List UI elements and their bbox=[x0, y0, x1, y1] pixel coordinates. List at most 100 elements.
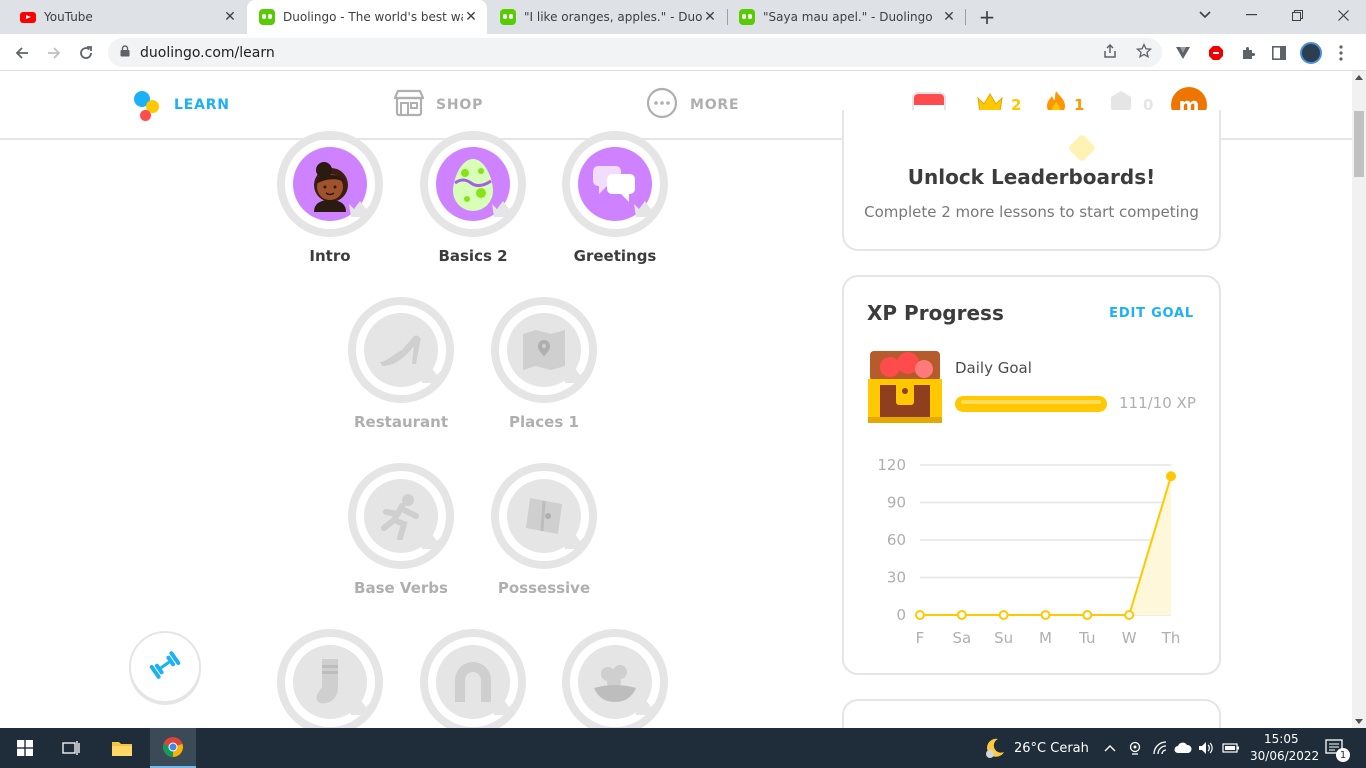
new-tab-button[interactable]: + bbox=[976, 5, 998, 29]
close-icon[interactable]: ✕ bbox=[463, 9, 479, 25]
scroll-down-arrow-icon[interactable] bbox=[1355, 719, 1363, 724]
page-scrollbar[interactable] bbox=[1352, 71, 1366, 728]
notification-badge: 1 bbox=[1336, 748, 1350, 762]
chart-x-tick-label: W bbox=[1122, 629, 1137, 647]
chart-x-tick-label: Tu bbox=[1078, 629, 1095, 647]
duolingo-icon bbox=[739, 9, 755, 25]
chart-data-point bbox=[915, 610, 925, 620]
lock-icon[interactable] bbox=[120, 45, 130, 60]
share-icon[interactable] bbox=[1102, 43, 1118, 63]
nav-shop[interactable]: SHOP bbox=[393, 71, 484, 138]
cloud-icon[interactable] bbox=[1172, 728, 1194, 768]
crown-icon bbox=[420, 367, 442, 383]
weather-moon-icon[interactable] bbox=[982, 728, 1008, 768]
skill-greetings[interactable]: Greetings bbox=[562, 131, 668, 265]
chart-data-point bbox=[1082, 610, 1093, 620]
tab-title: "I like oranges, apples." - Duolingo bbox=[524, 10, 702, 24]
extensions-puzzle-icon[interactable] bbox=[1237, 42, 1259, 64]
back-button[interactable] bbox=[8, 39, 36, 67]
address-bar[interactable]: duolingo.com/learn bbox=[108, 38, 1162, 67]
skill-intro[interactable]: Intro bbox=[277, 131, 383, 265]
dumbbell-icon bbox=[145, 645, 185, 689]
skill-basics-2[interactable]: Basics 2 bbox=[420, 131, 526, 265]
crown-icon bbox=[563, 367, 585, 383]
tab-duolingo-learn[interactable]: Duolingo - The world's best way ✕ bbox=[247, 0, 487, 34]
tab-youtube[interactable]: YouTube ✕ bbox=[8, 0, 246, 34]
nav-more[interactable]: MORE bbox=[646, 71, 739, 138]
wifi-icon[interactable] bbox=[1150, 728, 1170, 768]
nav-more-label: MORE bbox=[690, 96, 740, 113]
duolingo-icon bbox=[500, 9, 516, 25]
skill-label: Base Verbs bbox=[354, 579, 448, 597]
profile-avatar-icon[interactable] bbox=[1300, 42, 1322, 64]
skill-clothing[interactable] bbox=[277, 629, 383, 735]
speaker-icon[interactable] bbox=[1196, 728, 1216, 768]
windows-start-icon[interactable] bbox=[8, 728, 42, 768]
skill-label: Intro bbox=[309, 247, 351, 265]
tab-title: "Saya mau apel." - Duolingo bbox=[763, 10, 933, 24]
nav-learn[interactable]: LEARN bbox=[134, 71, 230, 138]
crown-icon bbox=[634, 699, 656, 715]
chrome-taskbar-icon[interactable] bbox=[150, 728, 196, 768]
close-icon[interactable]: ✕ bbox=[222, 9, 238, 25]
scroll-thumb[interactable] bbox=[1354, 111, 1364, 177]
clock-date[interactable]: 30/06/2022 bbox=[1250, 749, 1319, 763]
adblock-extension-icon[interactable] bbox=[1205, 42, 1227, 64]
close-window-button[interactable] bbox=[1320, 0, 1366, 30]
youtube-icon bbox=[20, 9, 36, 25]
notifications-icon[interactable]: 1 bbox=[1320, 728, 1350, 768]
file-explorer-icon[interactable] bbox=[104, 728, 140, 768]
battery-icon[interactable] bbox=[1220, 728, 1242, 768]
more-icon bbox=[646, 87, 678, 123]
chevron-up-icon[interactable] bbox=[1102, 728, 1118, 768]
minimize-button[interactable] bbox=[1228, 0, 1274, 30]
clock-time[interactable]: 15:05 bbox=[1264, 732, 1299, 746]
weather-text[interactable]: 26°C Cerah bbox=[1014, 741, 1089, 756]
nav-shop-label: SHOP bbox=[436, 96, 484, 113]
restore-button[interactable] bbox=[1274, 0, 1320, 30]
edit-goal-button[interactable]: EDIT GOAL bbox=[1109, 306, 1194, 321]
close-icon[interactable]: ✕ bbox=[941, 9, 957, 25]
learn-icon bbox=[134, 89, 162, 121]
practice-button[interactable] bbox=[129, 631, 201, 703]
skill-magnet[interactable] bbox=[420, 629, 526, 735]
tab-duolingo-oranges[interactable]: "I like oranges, apples." - Duolingo ✕ bbox=[488, 0, 726, 34]
skill-base-verbs[interactable]: Base Verbs bbox=[348, 463, 454, 597]
vpn-extension-icon[interactable] bbox=[1172, 42, 1194, 64]
tab-title: Duolingo - The world's best way bbox=[283, 10, 463, 24]
close-icon[interactable]: ✕ bbox=[702, 9, 718, 25]
windows-taskbar: 26°C Cerah 15:05 30/06/2022 1 bbox=[0, 728, 1366, 768]
leaderboard-subtitle: Complete 2 more lessons to start competi… bbox=[864, 203, 1199, 221]
chart-data-point bbox=[1124, 610, 1135, 620]
tab-duolingo-apel[interactable]: "Saya mau apel." - Duolingo ✕ bbox=[727, 0, 965, 34]
skill-food[interactable] bbox=[562, 629, 668, 735]
leaderboard-title: Unlock Leaderboards! bbox=[907, 165, 1156, 189]
crown-icon bbox=[349, 201, 371, 217]
reload-button[interactable] bbox=[72, 39, 100, 67]
daily-goal-progress-text: 111/10 XP bbox=[1119, 394, 1196, 412]
bookmark-star-icon[interactable] bbox=[1135, 42, 1153, 63]
webcam-icon[interactable] bbox=[1126, 728, 1144, 768]
chart-y-tick-label: 90 bbox=[887, 494, 906, 512]
chart-y-tick-label: 60 bbox=[887, 531, 906, 549]
side-panel-icon[interactable] bbox=[1268, 42, 1290, 64]
task-view-icon[interactable] bbox=[54, 728, 88, 768]
xp-progress-card: XP Progress EDIT GOAL Daily Goal 111/10 … bbox=[842, 275, 1221, 675]
skill-label: Basics 2 bbox=[438, 247, 508, 265]
skill-possessive[interactable]: Possessive bbox=[491, 463, 597, 597]
scroll-up-arrow-icon[interactable] bbox=[1355, 75, 1363, 80]
browser-menu-icon[interactable] bbox=[1330, 42, 1352, 64]
chart-y-tick-label: 30 bbox=[887, 569, 906, 587]
forward-button[interactable] bbox=[40, 39, 68, 67]
skill-restaurant[interactable]: Restaurant bbox=[348, 297, 454, 431]
chart-x-tick-label: Sa bbox=[952, 629, 971, 647]
chart-data-point bbox=[1166, 471, 1176, 482]
chart-x-tick-label: M bbox=[1039, 629, 1052, 647]
crown-icon bbox=[563, 533, 585, 549]
tab-search-button[interactable] bbox=[1182, 0, 1228, 30]
treasure-chest-icon bbox=[868, 345, 942, 429]
skill-label: Greetings bbox=[573, 247, 657, 265]
leaderboard-badge-icon bbox=[1067, 133, 1097, 163]
skill-places-1[interactable]: Places 1 bbox=[491, 297, 597, 431]
skill-label: Places 1 bbox=[509, 413, 579, 431]
